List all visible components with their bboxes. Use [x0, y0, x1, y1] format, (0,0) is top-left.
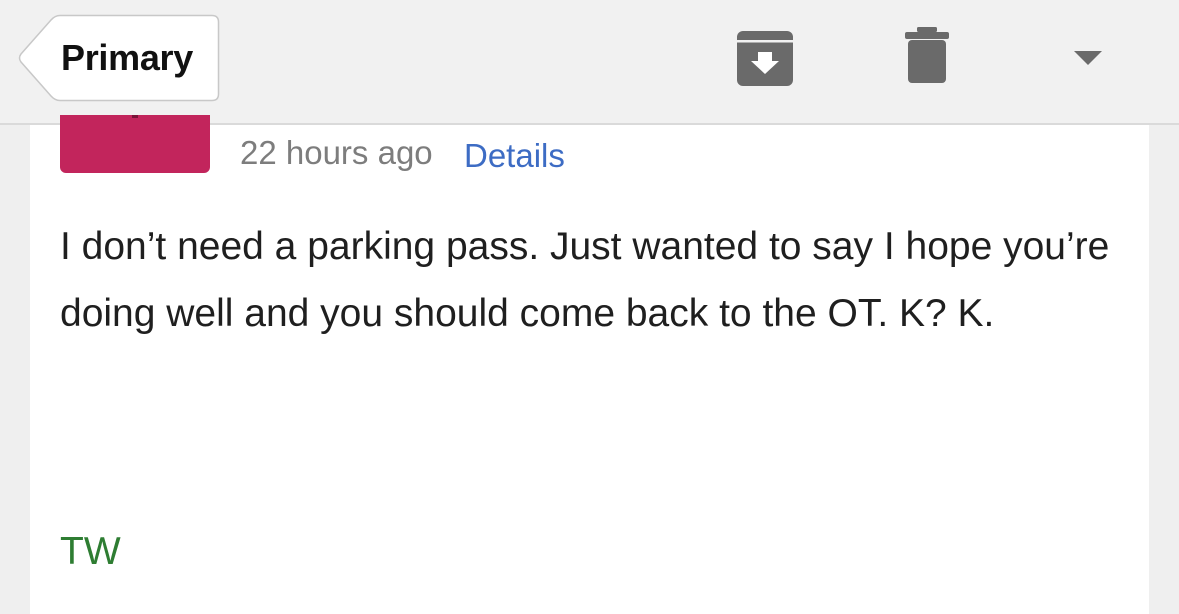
delete-button[interactable]: [902, 25, 952, 85]
message-body: I don’t need a parking pass. Just wanted…: [60, 225, 1110, 335]
chevron-down-icon: [1074, 51, 1102, 65]
message-signature: TW: [60, 530, 121, 573]
archive-button[interactable]: [735, 28, 795, 88]
toolbar: Primary: [0, 0, 1179, 125]
message-view: 22 hours ago Details I don’t need a park…: [30, 115, 1149, 614]
message-timestamp: 22 hours ago: [240, 134, 433, 171]
avatar-letter-fragment: [132, 115, 138, 118]
back-button-label: Primary: [61, 37, 193, 78]
trash-icon: [905, 27, 949, 83]
archive-icon: [737, 31, 793, 86]
sender-avatar[interactable]: [60, 115, 210, 173]
more-options-button[interactable]: [1070, 48, 1106, 70]
details-link[interactable]: Details: [464, 136, 565, 176]
back-button-primary[interactable]: Primary: [18, 14, 220, 102]
